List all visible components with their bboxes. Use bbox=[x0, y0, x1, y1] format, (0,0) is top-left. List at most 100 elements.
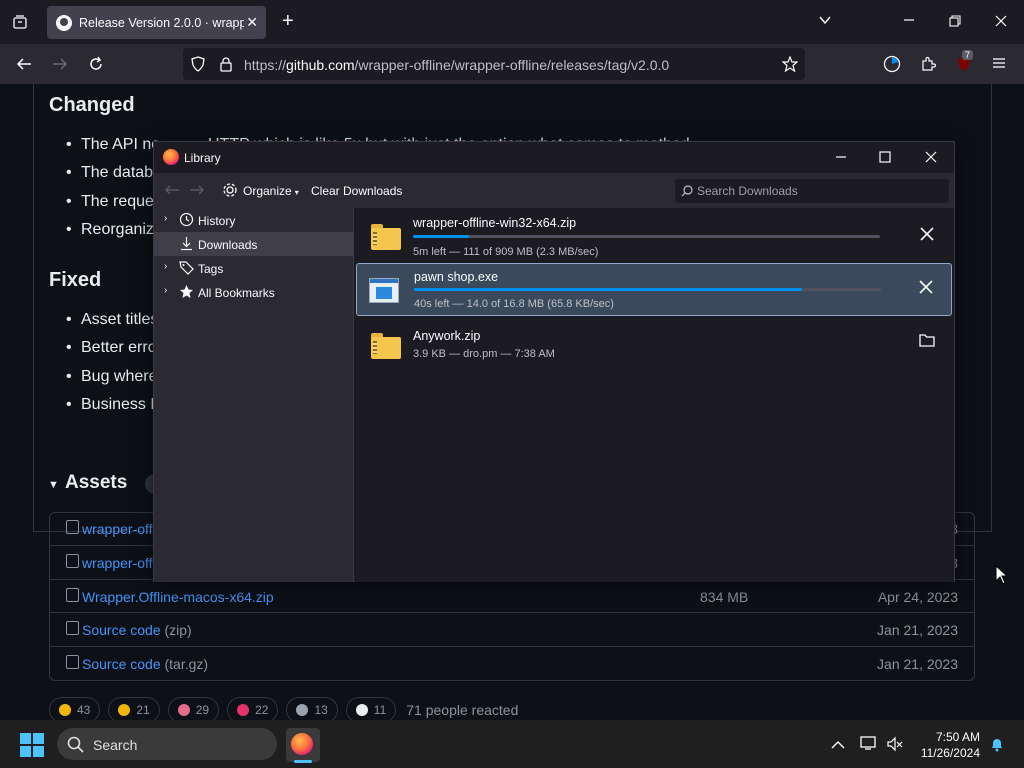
chevron-right-icon[interactable]: › bbox=[164, 261, 167, 272]
list-all-tabs-icon[interactable] bbox=[818, 13, 832, 31]
extension-badge: 7 bbox=[962, 50, 974, 60]
search-downloads-placeholder: Search Downloads bbox=[697, 184, 798, 198]
changed-item: Reorganiz bbox=[66, 221, 154, 239]
tracking-protection-icon[interactable] bbox=[190, 56, 206, 76]
asset-link[interactable]: Source code (tar.gz) bbox=[82, 656, 208, 672]
clock-time[interactable]: 7:50 AM bbox=[922, 730, 980, 744]
download-status: 3.9 KB — dro.pm — 7:38 AM bbox=[413, 348, 555, 360]
organize-label: Organize bbox=[243, 184, 292, 198]
thumbs-up-icon bbox=[59, 704, 71, 716]
asset-row[interactable]: Wrapper.Offline-macos-x64.zip 834 MB Apr… bbox=[50, 579, 974, 612]
library-sidebar: › History Downloads › Tags › All Bookmar… bbox=[154, 208, 354, 582]
asset-link[interactable]: Wrapper.Offline-macos-x64.zip bbox=[82, 589, 274, 605]
sidebar-item-all-bookmarks[interactable]: › All Bookmarks bbox=[154, 280, 353, 304]
extensions-icon[interactable] bbox=[920, 56, 937, 76]
asset-link[interactable]: wrapper-off bbox=[82, 521, 153, 537]
close-tab-icon[interactable]: ✕ bbox=[246, 14, 258, 31]
asset-link[interactable]: wrapper-off bbox=[82, 555, 153, 571]
assets-heading-label: Assets bbox=[65, 472, 128, 493]
forward-icon[interactable] bbox=[52, 56, 68, 76]
asset-row[interactable]: Source code (zip) Jan 21, 2023 bbox=[50, 612, 974, 645]
reaction-count: 21 bbox=[136, 703, 150, 717]
url-host: github.com bbox=[286, 57, 355, 73]
browser-tab[interactable]: Release Version 2.0.0 · wrapper- ✕ bbox=[47, 6, 266, 39]
changed-heading: Changed bbox=[49, 94, 135, 116]
fixed-item: Asset titles bbox=[66, 311, 158, 329]
sidebar-item-label: Tags bbox=[198, 262, 224, 276]
assets-heading[interactable]: Assets bbox=[48, 472, 127, 494]
download-progress-fill bbox=[414, 288, 802, 291]
reload-icon[interactable] bbox=[88, 56, 104, 76]
cancel-download-icon[interactable] bbox=[917, 226, 937, 246]
library-back-icon[interactable] bbox=[164, 183, 180, 201]
close-window-icon[interactable] bbox=[995, 15, 1007, 31]
back-icon[interactable] bbox=[16, 56, 32, 76]
network-icon[interactable] bbox=[860, 735, 878, 755]
library-window: Library Organize ▾ Clear Downloads Search… bbox=[153, 141, 955, 582]
sidebar-item-tags[interactable]: › Tags bbox=[154, 256, 353, 280]
download-status: 5m left — 111 of 909 MB (2.3 MB/sec) bbox=[413, 246, 599, 258]
library-maximize-icon[interactable] bbox=[879, 151, 891, 167]
library-forward-icon[interactable] bbox=[189, 183, 205, 201]
reaction-eyes[interactable]: 11 bbox=[345, 697, 397, 720]
cancel-download-icon[interactable] bbox=[916, 279, 936, 299]
asset-link-suffix: (zip) bbox=[164, 622, 192, 638]
taskbar-search-box[interactable] bbox=[57, 728, 277, 760]
new-tab-icon[interactable]: + bbox=[282, 11, 294, 31]
url-text[interactable]: https://github.com/wrapper-offline/wrapp… bbox=[244, 57, 669, 73]
reacted-summary: 71 people reacted bbox=[406, 702, 519, 718]
reaction-thumbs-up[interactable]: 43 bbox=[49, 697, 101, 720]
reaction-rocket[interactable]: 13 bbox=[286, 697, 338, 720]
clock-date[interactable]: 11/26/2024 bbox=[912, 746, 980, 760]
restore-icon[interactable] bbox=[949, 15, 961, 31]
show-in-folder-icon[interactable] bbox=[917, 332, 937, 352]
library-close-icon[interactable] bbox=[925, 151, 937, 167]
chevron-right-icon[interactable]: › bbox=[164, 213, 167, 224]
minimize-icon[interactable] bbox=[903, 14, 915, 30]
library-minimize-icon[interactable] bbox=[835, 151, 847, 167]
windows-start-icon[interactable] bbox=[20, 733, 44, 757]
sidebar-item-history[interactable]: › History bbox=[154, 208, 353, 232]
show-hidden-icons-chevron-icon[interactable] bbox=[831, 737, 845, 754]
reaction-heart[interactable]: 22 bbox=[227, 697, 279, 720]
reactions-bar: 43 21 29 22 13 11 71 people reacted bbox=[49, 697, 518, 720]
download-icon bbox=[179, 236, 194, 251]
download-item[interactable]: wrapper-offline-win32-x64.zip 5m left — … bbox=[355, 210, 953, 263]
tab-overview-icon[interactable] bbox=[12, 14, 28, 34]
changed-item: The reque bbox=[66, 193, 154, 211]
hooray-icon bbox=[177, 704, 190, 716]
lock-icon[interactable] bbox=[218, 56, 234, 76]
github-favicon-icon bbox=[56, 14, 72, 31]
bookmark-star-icon[interactable] bbox=[781, 55, 799, 76]
eyes-icon bbox=[355, 704, 368, 716]
download-item-selected[interactable]: pawn shop.exe 40s left — 14.0 of 16.8 MB… bbox=[356, 263, 952, 316]
volume-muted-icon[interactable] bbox=[886, 736, 904, 756]
download-progress-bar bbox=[414, 288, 881, 291]
notification-bell-icon[interactable] bbox=[989, 736, 1005, 756]
star-icon bbox=[179, 284, 194, 299]
download-progress-bar bbox=[413, 235, 880, 238]
library-titlebar[interactable]: Library bbox=[154, 142, 954, 173]
firefox-logo-icon bbox=[163, 149, 179, 165]
sidebar-item-label: History bbox=[198, 214, 236, 228]
firefox-view-sync-icon[interactable] bbox=[883, 55, 901, 77]
asset-date: Jan 21, 2023 bbox=[877, 622, 958, 638]
package-icon bbox=[66, 554, 79, 568]
download-filename: Anywork.zip bbox=[413, 329, 481, 343]
chevron-right-icon[interactable]: › bbox=[164, 285, 167, 296]
app-menu-icon[interactable] bbox=[992, 56, 1006, 74]
tab-bar: Release Version 2.0.0 · wrapper- ✕ + bbox=[0, 0, 1024, 44]
rocket-icon bbox=[296, 704, 309, 716]
reaction-hooray[interactable]: 29 bbox=[167, 697, 220, 720]
download-filename: wrapper-offline-win32-x64.zip bbox=[413, 216, 577, 230]
sidebar-item-downloads[interactable]: Downloads bbox=[154, 232, 353, 256]
clear-downloads-button[interactable]: Clear Downloads bbox=[311, 184, 402, 198]
reaction-laugh[interactable]: 21 bbox=[108, 697, 160, 720]
asset-link[interactable]: Source code (zip) bbox=[82, 622, 192, 638]
fixed-item: Business F bbox=[66, 396, 160, 414]
organize-button[interactable]: Organize ▾ bbox=[243, 184, 299, 198]
asset-row[interactable]: Source code (tar.gz) Jan 21, 2023 bbox=[50, 646, 974, 679]
asset-link-label: Source code bbox=[82, 656, 161, 672]
download-item[interactable]: Anywork.zip 3.9 KB — dro.pm — 7:38 AM bbox=[355, 319, 953, 372]
organize-gear-icon[interactable] bbox=[222, 182, 238, 202]
